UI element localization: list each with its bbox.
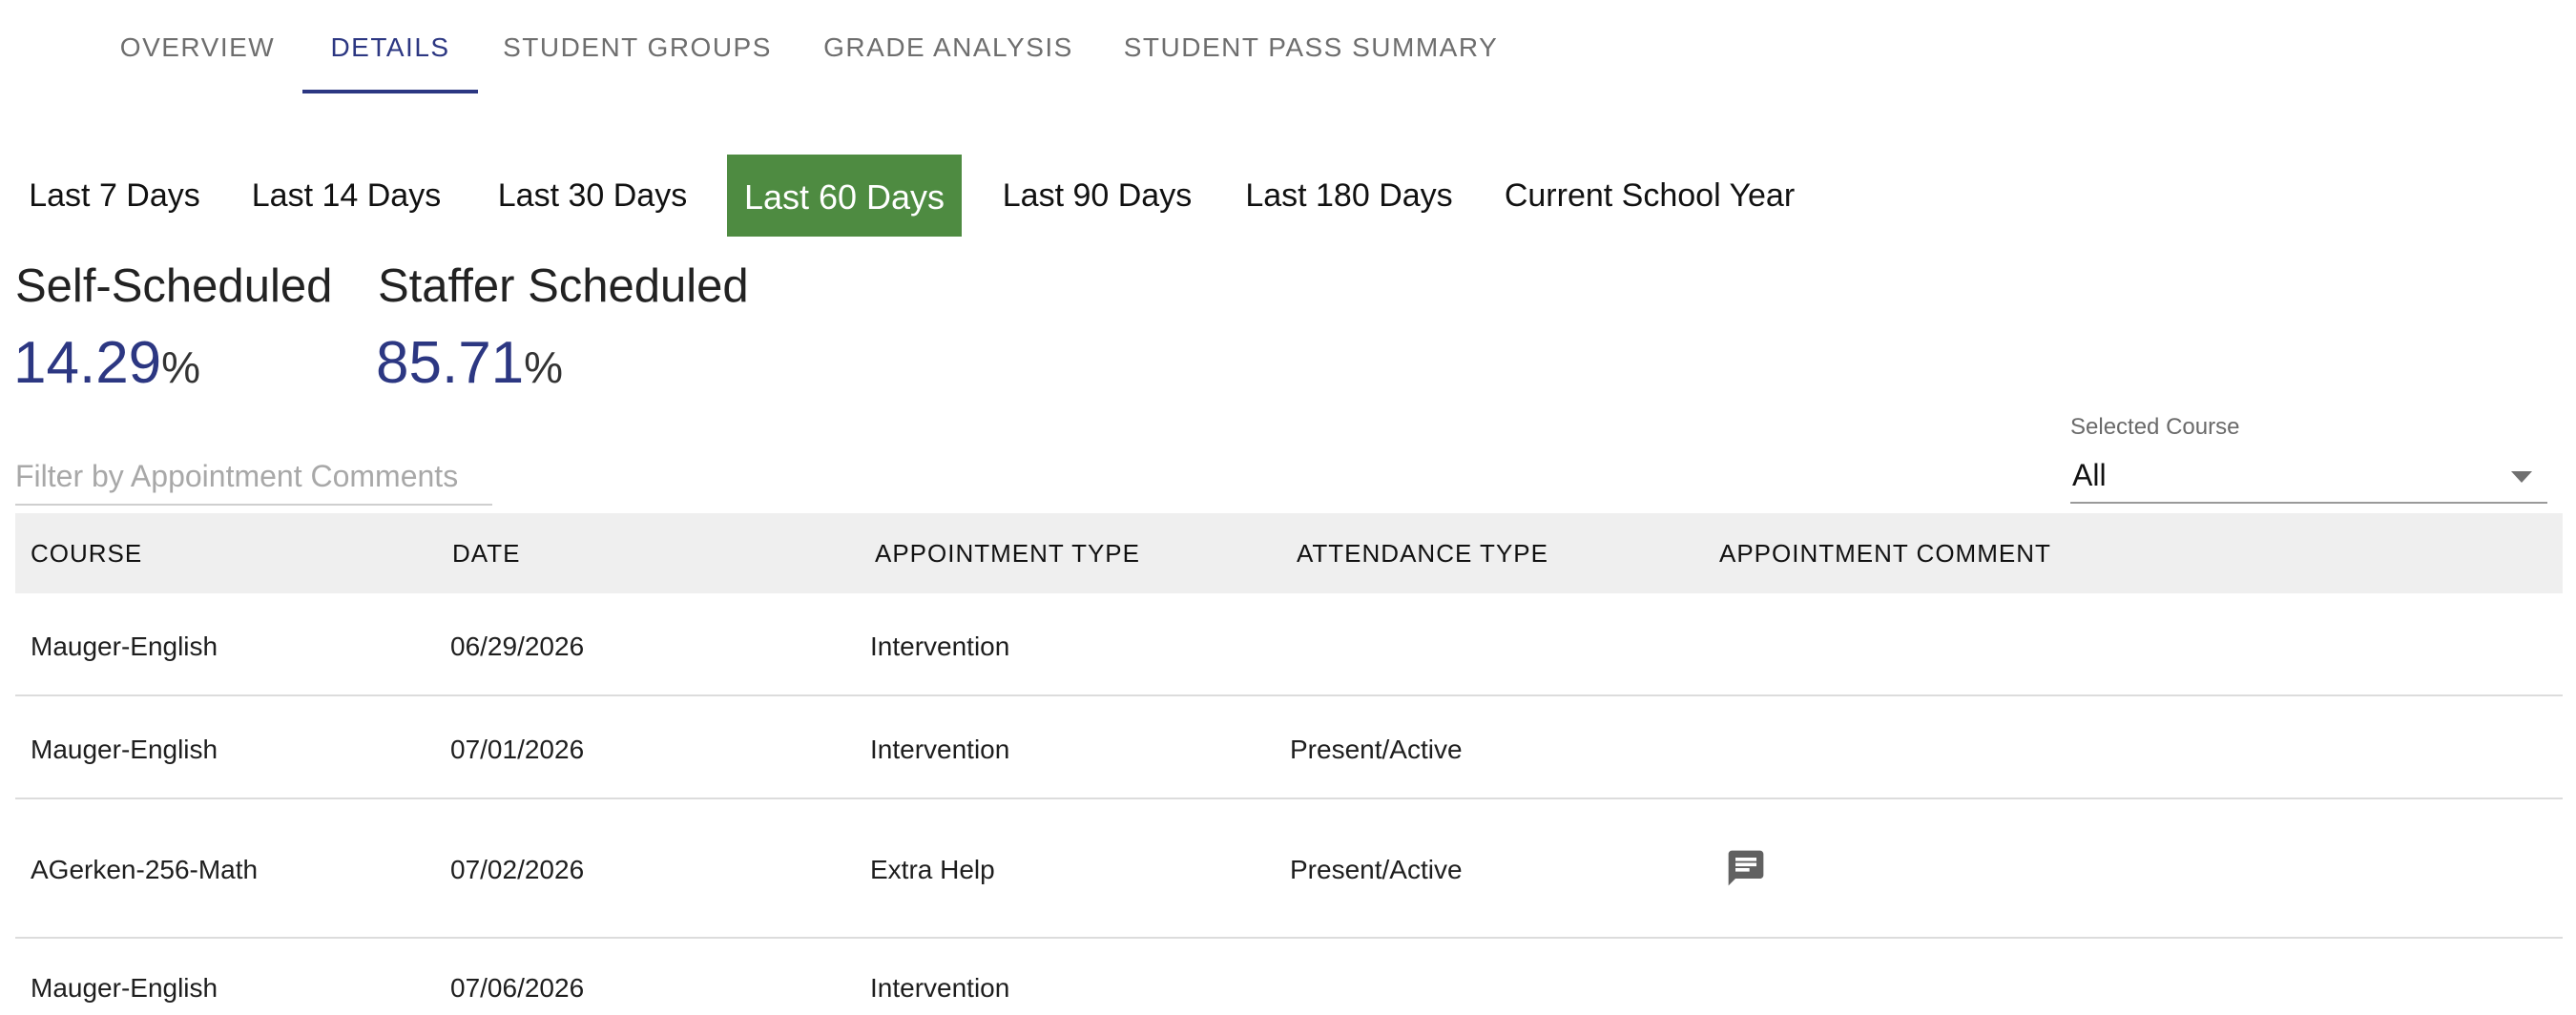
cell-attendance-type: Present/Active (1290, 855, 1463, 884)
cell-appointment-type: Extra Help (870, 855, 995, 884)
cell-appointment-type: Intervention (870, 632, 1010, 661)
cell-course: Mauger-English (31, 973, 218, 1003)
selected-course-select[interactable]: All (2070, 448, 2547, 504)
tab-grade-analysis[interactable]: GRADE ANALYSIS (813, 0, 1084, 93)
nav-tabs: OVERVIEW DETAILS STUDENT GROUPS GRADE AN… (0, 0, 1622, 93)
cell-appointment-type: Intervention (870, 735, 1010, 764)
range-last-30-days[interactable]: Last 30 Days (488, 155, 696, 237)
column-header-course[interactable]: COURSE (31, 513, 142, 593)
column-header-appointment-comment[interactable]: APPOINTMENT COMMENT (1719, 513, 2051, 593)
date-range-selector: Last 7 Days Last 14 Days Last 30 Days La… (0, 155, 1908, 237)
cell-date: 06/29/2026 (450, 632, 585, 661)
cell-course: Mauger-English (31, 735, 218, 764)
staffer-scheduled-value: 85.71% (376, 329, 563, 397)
self-scheduled-value: 14.29% (13, 329, 200, 397)
table-row[interactable]: Mauger-English 07/01/2026 Intervention P… (15, 696, 2563, 799)
range-last-180-days[interactable]: Last 180 Days (1238, 155, 1460, 237)
table-header: COURSE DATE APPOINTMENT TYPE ATTENDANCE … (15, 513, 2563, 593)
range-current-school-year[interactable]: Current School Year (1494, 155, 1805, 237)
tab-details[interactable]: DETAILS (302, 0, 478, 93)
cell-course: AGerken-256-Math (31, 855, 259, 884)
selected-course-label: Selected Course (2070, 414, 2240, 440)
range-last-7-days[interactable]: Last 7 Days (15, 155, 214, 237)
cell-date: 07/01/2026 (450, 735, 585, 764)
selected-course-value: All (2072, 458, 2107, 492)
column-header-attendance-type[interactable]: ATTENDANCE TYPE (1297, 513, 1548, 593)
column-header-date[interactable]: DATE (452, 513, 520, 593)
staffer-scheduled-number: 85.71 (376, 330, 525, 396)
range-last-60-days[interactable]: Last 60 Days (727, 155, 962, 237)
table-row[interactable]: Mauger-English 06/29/2026 Intervention (15, 593, 2563, 696)
tab-student-pass-summary[interactable]: STUDENT PASS SUMMARY (1116, 0, 1506, 93)
table-row[interactable]: Mauger-English 07/06/2026 Intervention (15, 939, 2563, 1015)
tab-student-groups[interactable]: STUDENT GROUPS (494, 0, 780, 93)
staffer-scheduled-label: Staffer Scheduled (378, 260, 749, 312)
range-last-14-days[interactable]: Last 14 Days (242, 155, 450, 237)
cell-date: 07/06/2026 (450, 973, 585, 1003)
self-scheduled-unit: % (161, 342, 201, 392)
self-scheduled-label: Self-Scheduled (15, 260, 333, 312)
cell-attendance-type: Present/Active (1290, 735, 1463, 764)
staffer-scheduled-unit: % (524, 342, 564, 392)
range-last-90-days[interactable]: Last 90 Days (992, 155, 1202, 237)
comment-icon[interactable] (1725, 847, 1767, 889)
tab-overview[interactable]: OVERVIEW (109, 0, 286, 93)
table-row[interactable]: AGerken-256-Math 07/02/2026 Extra Help P… (15, 799, 2563, 939)
self-scheduled-number: 14.29 (13, 330, 162, 396)
cell-appointment-type: Intervention (870, 973, 1010, 1003)
column-header-appointment-type[interactable]: APPOINTMENT TYPE (875, 513, 1140, 593)
cell-course: Mauger-English (31, 632, 218, 661)
cell-date: 07/02/2026 (450, 855, 585, 884)
appointment-comment-filter-input[interactable] (15, 448, 492, 506)
caret-down-icon (2511, 471, 2532, 483)
